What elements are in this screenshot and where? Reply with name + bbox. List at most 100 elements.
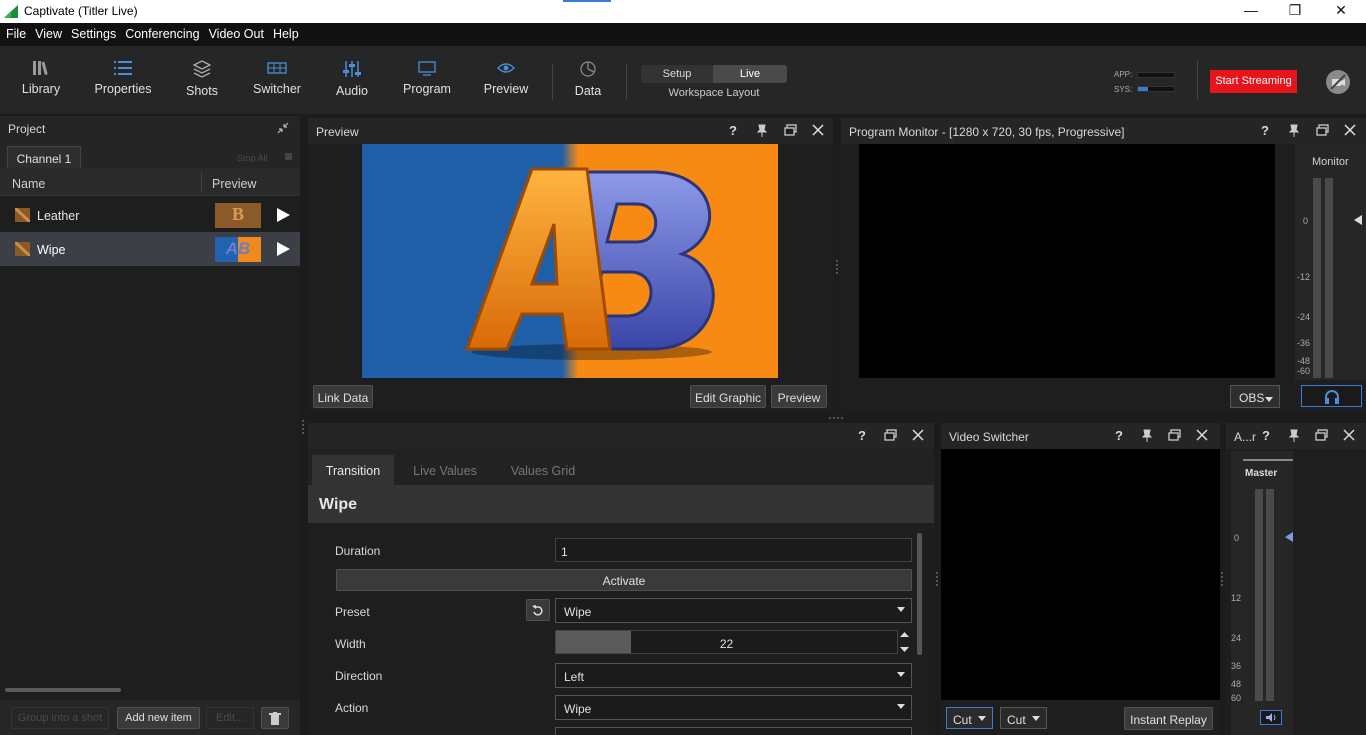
stop-all-button[interactable]: Stop All xyxy=(237,153,268,163)
headphones-button[interactable] xyxy=(1301,385,1362,407)
float-window-icon[interactable] xyxy=(784,124,797,136)
edit-graphic-button[interactable]: Edit Graphic xyxy=(690,385,766,408)
pin-icon[interactable] xyxy=(1288,429,1300,442)
mute-button[interactable] xyxy=(1260,710,1282,725)
scale-0: 0 xyxy=(1303,216,1309,226)
tab-values-grid[interactable]: Values Grid xyxy=(498,455,588,485)
next-field[interactable] xyxy=(555,727,912,735)
preview-panel-title: Preview xyxy=(316,125,359,139)
scale-48: 48 xyxy=(1231,679,1242,689)
close-icon[interactable] xyxy=(912,429,924,441)
menu-conferencing[interactable]: Conferencing xyxy=(125,23,199,41)
toolbar-audio[interactable]: Audio xyxy=(328,46,376,114)
toolbar-preview[interactable]: Preview xyxy=(478,46,534,114)
help-icon[interactable]: ? xyxy=(1262,428,1270,443)
taskbar-indicator xyxy=(563,0,611,2)
workspace-live-button[interactable]: Live xyxy=(713,65,787,83)
output-select[interactable]: OBS xyxy=(1230,385,1280,408)
close-icon[interactable] xyxy=(1344,124,1356,136)
action-select[interactable]: Wipe xyxy=(555,695,912,720)
level-marker-icon[interactable] xyxy=(1354,215,1362,225)
add-new-item-button[interactable]: Add new item xyxy=(117,707,200,729)
toolbar-program[interactable]: Program xyxy=(398,46,456,114)
spinner-arrows-icon[interactable] xyxy=(900,631,909,653)
scale-36: -36 xyxy=(1297,338,1311,348)
horizontal-scrollbar[interactable] xyxy=(5,688,121,692)
preview-button[interactable]: Preview xyxy=(771,385,827,408)
duration-field[interactable]: 1 xyxy=(555,538,912,562)
direction-select[interactable]: Left xyxy=(555,663,912,688)
toolbar-library[interactable]: Library xyxy=(10,46,72,114)
link-data-button[interactable]: Link Data xyxy=(313,385,373,408)
toolbar-program-label: Program xyxy=(403,82,451,96)
instant-replay-button[interactable]: Instant Replay xyxy=(1124,707,1213,730)
menu-video-out[interactable]: Video Out xyxy=(209,23,264,41)
tab-live-values[interactable]: Live Values xyxy=(400,455,490,485)
menu-settings[interactable]: Settings xyxy=(71,23,116,41)
master-channel: Master 0 12 24 36 48 60 xyxy=(1231,451,1293,735)
preset-select[interactable]: Wipe xyxy=(555,598,912,623)
headphones-icon xyxy=(1325,390,1339,404)
play-icon[interactable] xyxy=(276,207,291,223)
toolbar-properties[interactable]: Properties xyxy=(88,46,158,114)
help-icon[interactable]: ? xyxy=(1115,428,1123,443)
list-item[interactable]: Wipe AB xyxy=(0,232,300,266)
scale-60: 60 xyxy=(1231,693,1242,703)
cut-select-2[interactable]: Cut xyxy=(1000,707,1047,729)
restore-button[interactable]: ❐ xyxy=(1285,2,1305,20)
splitter-handle[interactable] xyxy=(1221,572,1223,586)
sys-meter-fill xyxy=(1138,87,1148,91)
splitter-handle[interactable] xyxy=(829,417,843,419)
pin-icon[interactable] xyxy=(1288,124,1300,137)
delete-button[interactable] xyxy=(261,707,289,729)
menu-view[interactable]: View xyxy=(35,23,62,41)
activate-button[interactable]: Activate xyxy=(336,569,912,591)
pin-icon[interactable] xyxy=(756,124,768,137)
width-slider[interactable]: 22 xyxy=(555,630,898,654)
toolbar-shots[interactable]: Shots xyxy=(176,46,228,114)
column-name: Name xyxy=(12,177,46,191)
help-icon[interactable]: ? xyxy=(1261,123,1269,138)
splitter-handle[interactable] xyxy=(836,260,838,274)
list-item[interactable]: Leather B xyxy=(0,198,300,232)
splitter-handle[interactable] xyxy=(302,420,304,434)
collapse-icon[interactable] xyxy=(277,122,289,134)
close-icon[interactable] xyxy=(1196,429,1208,441)
close-icon[interactable] xyxy=(812,124,824,136)
workspace-setup-button[interactable]: Setup xyxy=(641,65,713,83)
tab-channel-1[interactable]: Channel 1 xyxy=(7,146,81,168)
float-window-icon[interactable] xyxy=(1315,429,1328,441)
menu-help[interactable]: Help xyxy=(273,23,299,41)
toolbar-data[interactable]: Data xyxy=(566,46,610,114)
camera-off-icon[interactable] xyxy=(1326,70,1350,94)
level-marker-icon[interactable] xyxy=(1285,532,1293,542)
switcher-canvas xyxy=(941,449,1220,700)
float-window-icon[interactable] xyxy=(884,429,897,441)
play-icon[interactable] xyxy=(276,241,291,257)
menu-file[interactable]: File xyxy=(6,23,26,41)
direction-label: Direction xyxy=(335,669,383,683)
pin-icon[interactable] xyxy=(1141,429,1153,442)
close-window-button[interactable]: ✕ xyxy=(1331,2,1351,20)
column-divider xyxy=(201,172,202,192)
splitter-handle[interactable] xyxy=(936,572,938,586)
close-icon[interactable] xyxy=(1343,429,1355,441)
vertical-scrollbar[interactable] xyxy=(917,533,922,655)
float-window-icon[interactable] xyxy=(1168,429,1181,441)
tab-transition[interactable]: Transition xyxy=(312,455,394,485)
group-into-shot-button[interactable]: Group into a shot xyxy=(11,707,109,729)
float-window-icon[interactable] xyxy=(1316,124,1329,136)
program-monitor-panel: Program Monitor - [1280 x 720, 30 fps, P… xyxy=(841,118,1366,413)
toolbar-switcher[interactable]: Switcher xyxy=(246,46,308,114)
cut-select-1[interactable]: Cut xyxy=(946,707,993,729)
library-icon xyxy=(33,61,48,76)
edit-button[interactable]: Edit... xyxy=(206,707,254,729)
program-panel-title: Program Monitor - [1280 x 720, 30 fps, P… xyxy=(849,125,1125,139)
help-icon[interactable]: ? xyxy=(729,123,737,138)
mixer-icon xyxy=(343,61,361,77)
reset-preset-button[interactable] xyxy=(526,599,550,621)
minimize-button[interactable]: — xyxy=(1241,2,1261,20)
help-icon[interactable]: ? xyxy=(858,428,866,443)
scale-36: 36 xyxy=(1231,661,1242,671)
start-streaming-button[interactable]: Start Streaming xyxy=(1210,70,1297,93)
